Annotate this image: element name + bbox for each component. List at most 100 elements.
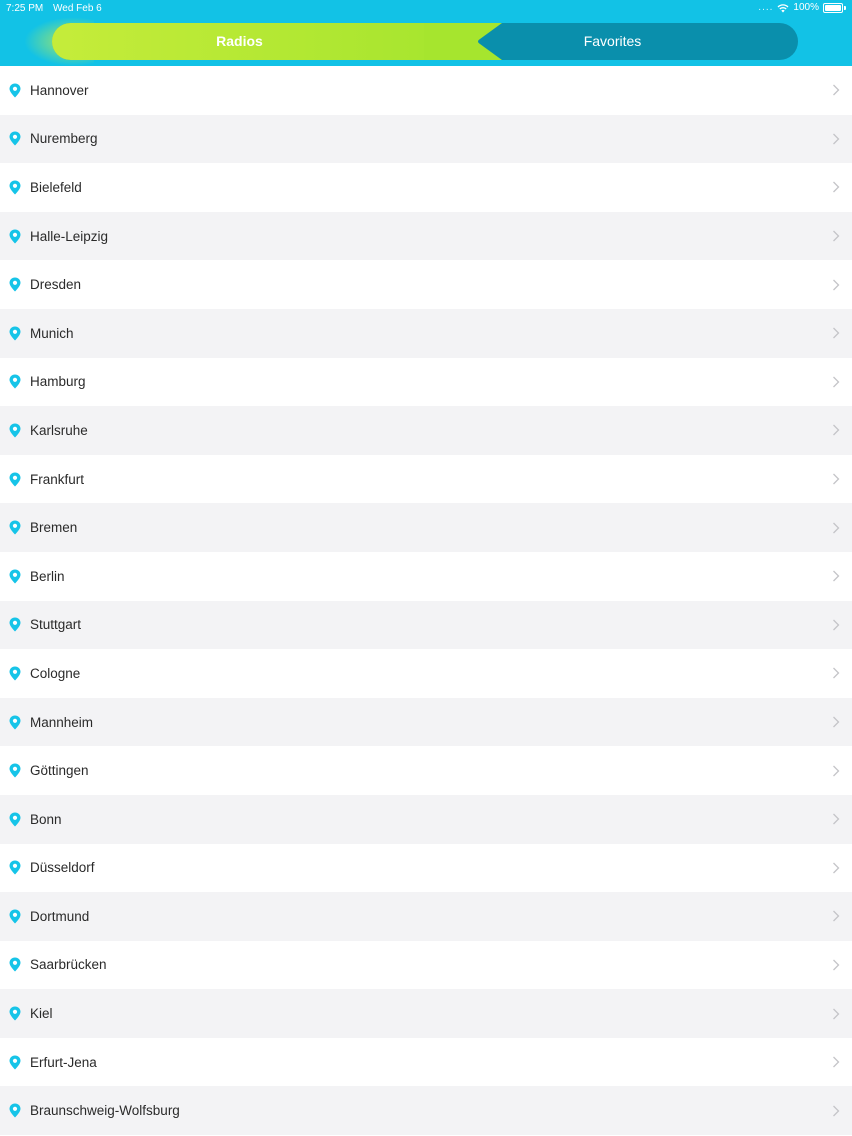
- city-name: Hannover: [30, 82, 89, 98]
- location-pin-icon: [9, 83, 21, 98]
- chevron-right-icon: [833, 1105, 840, 1117]
- city-name: Halle-Leipzig: [30, 228, 109, 244]
- city-row[interactable]: Nuremberg: [0, 114, 852, 164]
- city-row[interactable]: Hamburg: [0, 357, 852, 407]
- battery-icon: [823, 2, 843, 13]
- location-pin-icon: [9, 812, 21, 827]
- city-row[interactable]: Karlsruhe: [0, 406, 852, 455]
- city-row[interactable]: Düsseldorf: [0, 843, 852, 893]
- chevron-right-icon: [833, 1056, 840, 1068]
- city-name: Bremen: [30, 520, 78, 536]
- city-name: Braunschweig-Wolfsburg: [30, 1103, 180, 1119]
- city-name: Karlsruhe: [30, 422, 88, 438]
- location-pin-icon: [9, 617, 21, 632]
- city-name: Saarbrücken: [30, 957, 107, 973]
- city-row[interactable]: Halle-Leipzig: [0, 211, 852, 261]
- location-pin-icon: [9, 1055, 21, 1070]
- chevron-right-icon: [833, 522, 840, 534]
- city-name: Cologne: [30, 665, 81, 681]
- city-name: Bielefeld: [30, 179, 82, 195]
- location-pin-icon: [9, 1006, 21, 1021]
- chevron-right-icon: [833, 959, 840, 971]
- city-row[interactable]: Dortmund: [0, 892, 852, 941]
- battery-cap: [844, 5, 846, 10]
- chevron-right-icon: [833, 813, 840, 825]
- city-name: Düsseldorf: [30, 860, 95, 876]
- chevron-right-icon: [833, 84, 840, 96]
- city-row[interactable]: Bremen: [0, 503, 852, 552]
- battery-percent: 100%: [793, 2, 819, 13]
- chevron-right-icon: [833, 1008, 840, 1020]
- city-row[interactable]: Munich: [0, 308, 852, 358]
- city-row[interactable]: Dresden: [0, 260, 852, 309]
- city-row[interactable]: Erfurt-Jena: [0, 1037, 852, 1087]
- city-row[interactable]: Braunschweig-Wolfsburg: [0, 1086, 852, 1136]
- location-pin-icon: [9, 763, 21, 778]
- status-bar: 7:25 PM Wed Feb 6 .... 100%: [0, 0, 852, 18]
- chevron-right-icon: [833, 765, 840, 777]
- tab-radios[interactable]: Radios: [52, 23, 427, 60]
- city-name: Frankfurt: [30, 471, 85, 487]
- city-name: Dresden: [30, 277, 82, 293]
- city-name: Kiel: [30, 1006, 53, 1022]
- location-pin-icon: [9, 326, 21, 341]
- location-pin-icon: [9, 374, 21, 389]
- location-pin-icon: [9, 131, 21, 146]
- chevron-right-icon: [833, 424, 840, 436]
- location-pin-icon: [9, 909, 21, 924]
- city-list: Hannover Nuremberg Bielefeld Halle-Leipzig D…: [0, 66, 852, 1136]
- location-pin-icon: [9, 666, 21, 681]
- city-name: Nuremberg: [30, 131, 98, 147]
- chevron-right-icon: [833, 716, 840, 728]
- location-pin-icon: [9, 229, 21, 244]
- city-row[interactable]: Göttingen: [0, 746, 852, 795]
- city-name: Berlin: [30, 568, 65, 584]
- city-row[interactable]: Berlin: [0, 551, 852, 601]
- location-pin-icon: [9, 472, 21, 487]
- location-pin-icon: [9, 180, 21, 195]
- location-pin-icon: [9, 1103, 21, 1118]
- location-pin-icon: [9, 860, 21, 875]
- city-row[interactable]: Bonn: [0, 794, 852, 844]
- chevron-right-icon: [833, 862, 840, 874]
- tab-favorites[interactable]: Favorites: [427, 23, 798, 60]
- chevron-right-icon: [833, 327, 840, 339]
- signal-icon: ....: [758, 2, 774, 13]
- city-name: Stuttgart: [30, 617, 82, 633]
- chevron-right-icon: [833, 619, 840, 631]
- city-row[interactable]: Saarbrücken: [0, 940, 852, 990]
- location-pin-icon: [9, 715, 21, 730]
- status-date: Wed Feb 6: [53, 3, 102, 14]
- city-name: Göttingen: [30, 763, 89, 779]
- city-row[interactable]: Stuttgart: [0, 600, 852, 650]
- location-pin-icon: [9, 423, 21, 438]
- chevron-right-icon: [833, 279, 840, 291]
- city-name: Bonn: [30, 811, 62, 827]
- city-row[interactable]: Hannover: [0, 66, 852, 115]
- chevron-right-icon: [833, 910, 840, 922]
- chevron-right-icon: [833, 473, 840, 485]
- location-pin-icon: [9, 520, 21, 535]
- tab-switcher: Radios Favorites: [24, 17, 798, 66]
- chevron-right-icon: [833, 230, 840, 242]
- city-row[interactable]: Cologne: [0, 649, 852, 698]
- city-row[interactable]: Bielefeld: [0, 163, 852, 212]
- city-name: Erfurt-Jena: [30, 1054, 97, 1070]
- city-name: Munich: [30, 325, 74, 341]
- app-header: 7:25 PM Wed Feb 6 .... 100% Radios Favor…: [0, 0, 852, 66]
- location-pin-icon: [9, 277, 21, 292]
- city-row[interactable]: Frankfurt: [0, 454, 852, 504]
- city-name: Dortmund: [30, 908, 90, 924]
- chevron-right-icon: [833, 182, 840, 193]
- chevron-right-icon: [833, 376, 840, 388]
- status-time: 7:25 PM: [6, 3, 44, 14]
- city-name: Hamburg: [30, 374, 86, 390]
- chevron-right-icon: [833, 570, 840, 582]
- wifi-icon: [777, 3, 789, 12]
- chevron-right-icon: [833, 133, 840, 145]
- location-pin-icon: [9, 569, 21, 584]
- city-row[interactable]: Kiel: [0, 989, 852, 1038]
- city-name: Mannheim: [30, 714, 94, 730]
- city-row[interactable]: Mannheim: [0, 697, 852, 747]
- status-indicators: .... 100%: [758, 2, 846, 13]
